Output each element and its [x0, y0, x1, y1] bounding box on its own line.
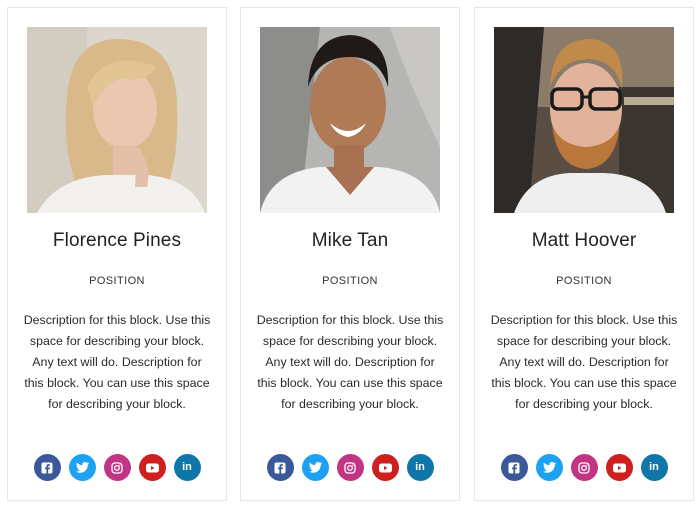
- member-position: POSITION: [556, 275, 612, 287]
- member-name: Mike Tan: [311, 230, 389, 251]
- member-position: POSITION: [89, 275, 145, 287]
- team-card: Mike Tan POSITION Description for this b…: [240, 7, 460, 501]
- youtube-icon[interactable]: [138, 454, 166, 481]
- instagram-icon[interactable]: [103, 454, 131, 481]
- team-card: Florence Pines POSITION Description for …: [7, 7, 227, 501]
- facebook-icon[interactable]: [266, 454, 294, 481]
- team-member-photo: [494, 27, 674, 213]
- member-description: Description for this block. Use this spa…: [256, 313, 444, 411]
- youtube-icon[interactable]: [605, 454, 633, 481]
- woman-blonde-photo: [27, 27, 207, 213]
- instagram-icon[interactable]: [570, 454, 598, 481]
- facebook-icon[interactable]: [33, 454, 61, 481]
- social-links: in: [8, 454, 226, 481]
- team-member-photo: [27, 27, 207, 213]
- twitter-icon[interactable]: [301, 454, 329, 481]
- twitter-icon[interactable]: [68, 454, 96, 481]
- youtube-icon[interactable]: [371, 454, 399, 481]
- facebook-icon[interactable]: [500, 454, 528, 481]
- member-description: Description for this block. Use this spa…: [23, 313, 211, 411]
- man-smiling-photo: [260, 27, 440, 213]
- linkedin-icon[interactable]: in: [406, 454, 434, 481]
- team-card: Matt Hoover POSITION Description for thi…: [474, 7, 694, 501]
- social-links: in: [241, 454, 459, 481]
- linkedin-icon[interactable]: in: [173, 454, 201, 481]
- member-description: Description for this block. Use this spa…: [490, 313, 678, 411]
- member-position: POSITION: [322, 275, 378, 287]
- linkedin-icon[interactable]: in: [640, 454, 668, 481]
- team-grid: Florence Pines POSITION Description for …: [0, 0, 700, 508]
- twitter-icon[interactable]: [535, 454, 563, 481]
- member-name: Matt Hoover: [531, 230, 637, 251]
- instagram-icon[interactable]: [336, 454, 364, 481]
- team-member-photo: [260, 27, 440, 213]
- man-glasses-beard-photo: [494, 27, 674, 213]
- social-links: in: [475, 454, 693, 481]
- member-name: Florence Pines: [52, 230, 182, 251]
